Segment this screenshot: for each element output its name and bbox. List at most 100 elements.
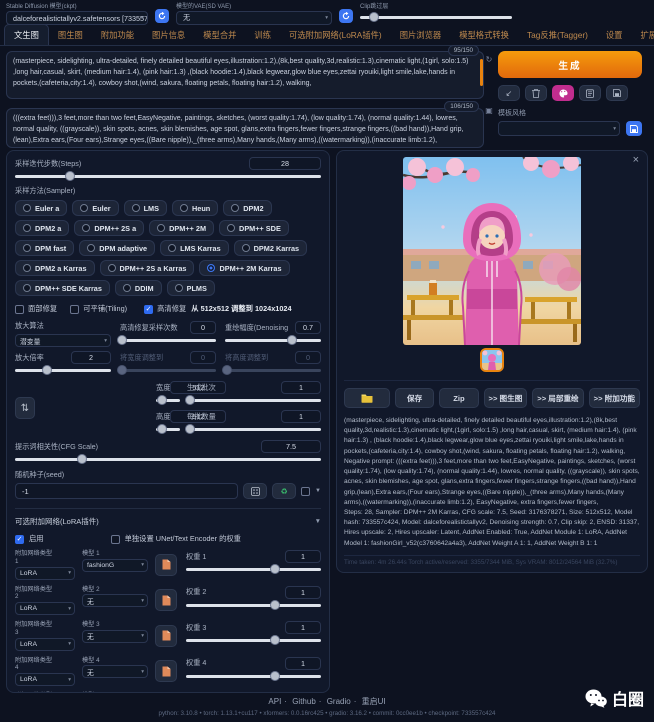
generate-button[interactable]: 生成: [498, 51, 642, 78]
lora-model-info-button[interactable]: [155, 660, 177, 682]
refresh-checkpoint-button[interactable]: [155, 9, 169, 23]
sampler-option[interactable]: Euler: [72, 200, 118, 216]
slider-handle[interactable]: [270, 564, 280, 574]
lora-weight-value[interactable]: 1: [285, 586, 321, 599]
tab-image-browser[interactable]: 图片浏览器: [391, 25, 451, 45]
lora-weight-value[interactable]: 1: [285, 621, 321, 634]
restore-faces-checkbox[interactable]: 面部修复: [15, 304, 57, 314]
lora-model-dropdown[interactable]: 无▾: [82, 630, 148, 643]
clip-skip-slider[interactable]: [360, 11, 512, 23]
save-image-button[interactable]: 保存: [395, 388, 434, 408]
batch-size-value[interactable]: 1: [281, 410, 321, 423]
batch-count-value[interactable]: 1: [281, 381, 321, 394]
slider-handle[interactable]: [77, 454, 87, 464]
save-styles-button[interactable]: [626, 121, 642, 136]
slider-handle[interactable]: [185, 395, 195, 405]
negative-prompt-input[interactable]: (((extra feet))),3 feet,more than two fe…: [6, 108, 484, 148]
slider-handle[interactable]: [270, 671, 280, 681]
hires-fix-checkbox[interactable]: ✓高清修复: [144, 304, 186, 314]
send-to-img2img-button[interactable]: >> 图生图: [484, 388, 528, 408]
slider-handle[interactable]: [117, 335, 127, 345]
lora-model-dropdown[interactable]: 无▾: [82, 594, 148, 607]
sampler-option[interactable]: PLMS: [167, 280, 215, 296]
lora-accordion-header[interactable]: 可选附加网络(LoRA插件) ▼: [15, 508, 321, 527]
tab-checkpoint-merger[interactable]: 模型合并: [194, 25, 245, 45]
upscaler-dropdown[interactable]: 潜变量 ▾: [15, 334, 111, 347]
sampler-option[interactable]: DPM fast: [15, 240, 74, 256]
reload-ui-link[interactable]: 重启UI: [362, 697, 386, 706]
close-icon[interactable]: ×: [633, 155, 639, 166]
lora-model-dropdown[interactable]: 无▾: [82, 665, 148, 678]
slider-handle[interactable]: [369, 12, 379, 22]
vae-dropdown[interactable]: 无 ▾: [176, 11, 332, 25]
lora-weight-value[interactable]: 1: [285, 692, 321, 693]
github-link[interactable]: Github: [292, 697, 316, 706]
lora-weight-slider[interactable]: [186, 670, 321, 682]
sampler-option[interactable]: Heun: [172, 200, 218, 216]
send-to-extras-button[interactable]: >> 附加功能: [589, 388, 640, 408]
upscale-by-value[interactable]: 2: [71, 351, 111, 364]
lora-type-dropdown[interactable]: LoRA▾: [15, 567, 75, 580]
batch-size-slider[interactable]: [187, 423, 321, 435]
random-seed-button[interactable]: [243, 483, 267, 499]
slider-handle[interactable]: [65, 171, 75, 181]
send-to-inpaint-button[interactable]: >> 局部重绘: [532, 388, 583, 408]
batch-count-slider[interactable]: [187, 394, 321, 406]
checkpoint-dropdown[interactable]: dalceforealistictallyv2.safetensors [733…: [6, 11, 148, 25]
height-slider[interactable]: [156, 423, 180, 435]
sampler-option[interactable]: LMS Karras: [160, 240, 229, 256]
tab-img2img[interactable]: 图生图: [49, 25, 92, 45]
lora-type-dropdown[interactable]: LoRA▾: [15, 673, 75, 686]
sampler-option[interactable]: DPM2 Karras: [234, 240, 307, 256]
sampler-option[interactable]: DPM2 a: [15, 220, 69, 236]
lora-weight-slider[interactable]: [186, 634, 321, 646]
styles-dropdown[interactable]: ▾: [498, 121, 620, 136]
read-params-button[interactable]: ↙: [498, 85, 520, 101]
reuse-seed-button[interactable]: ♻: [272, 483, 296, 499]
extra-seed-checkbox[interactable]: [301, 487, 310, 496]
lora-type-dropdown[interactable]: LoRA▾: [15, 602, 75, 615]
sampler-option[interactable]: DDIM: [115, 280, 162, 296]
tab-train[interactable]: 训练: [245, 25, 280, 45]
tab-png-info[interactable]: 图片信息: [143, 25, 194, 45]
sampler-option[interactable]: DPM2 a Karras: [15, 260, 95, 276]
sampler-option[interactable]: DPM++ 2S a Karras: [100, 260, 195, 276]
lora-weight-slider[interactable]: [186, 599, 321, 611]
save-zip-button[interactable]: Zip: [439, 388, 478, 408]
sampler-option[interactable]: DPM++ SDE: [219, 220, 289, 236]
apply-style-button[interactable]: [579, 85, 601, 101]
slider-handle[interactable]: [42, 365, 52, 375]
clear-prompt-button[interactable]: [525, 85, 547, 101]
slider-handle[interactable]: [185, 424, 195, 434]
checkbox-checked-icon[interactable]: ✓: [15, 535, 24, 544]
open-folder-button[interactable]: [344, 388, 390, 408]
denoising-slider[interactable]: [225, 334, 321, 346]
tab-model-converter[interactable]: 模型格式转换: [450, 25, 518, 45]
extra-networks-button[interactable]: [552, 85, 574, 101]
hires-steps-value[interactable]: 0: [190, 321, 216, 334]
sampler-option[interactable]: Euler a: [15, 200, 67, 216]
tab-extensions[interactable]: 扩展: [631, 25, 654, 45]
seed-extra-collapse-icon[interactable]: ▼: [315, 488, 321, 494]
slider-handle[interactable]: [157, 395, 167, 405]
slider-handle[interactable]: [270, 600, 280, 610]
slider-handle[interactable]: [270, 635, 280, 645]
cfg-scale-slider[interactable]: [15, 453, 321, 465]
seed-input[interactable]: -1: [15, 483, 238, 499]
sampler-option[interactable]: LMS: [124, 200, 167, 216]
save-style-button[interactable]: [606, 85, 628, 101]
sampler-option[interactable]: DPM++ 2M: [149, 220, 214, 236]
gradio-link[interactable]: Gradio: [327, 697, 351, 706]
swap-dimensions-button[interactable]: ⇅: [15, 397, 35, 419]
sampler-option[interactable]: DPM adaptive: [79, 240, 155, 256]
steps-value[interactable]: 28: [249, 157, 321, 170]
lora-weight-value[interactable]: 1: [285, 550, 321, 563]
lora-model-dropdown[interactable]: fashionG▾: [82, 559, 148, 572]
lora-model-info-button[interactable]: [155, 554, 177, 576]
gallery-thumbnail-selected[interactable]: [480, 348, 504, 372]
denoising-value[interactable]: 0.7: [295, 321, 321, 334]
grid-small-icon[interactable]: ▣: [484, 106, 494, 115]
tab-txt2img[interactable]: 文生图: [4, 24, 49, 45]
cfg-scale-value[interactable]: 7.5: [261, 440, 321, 453]
separate-weights-checkbox[interactable]: [111, 535, 120, 544]
